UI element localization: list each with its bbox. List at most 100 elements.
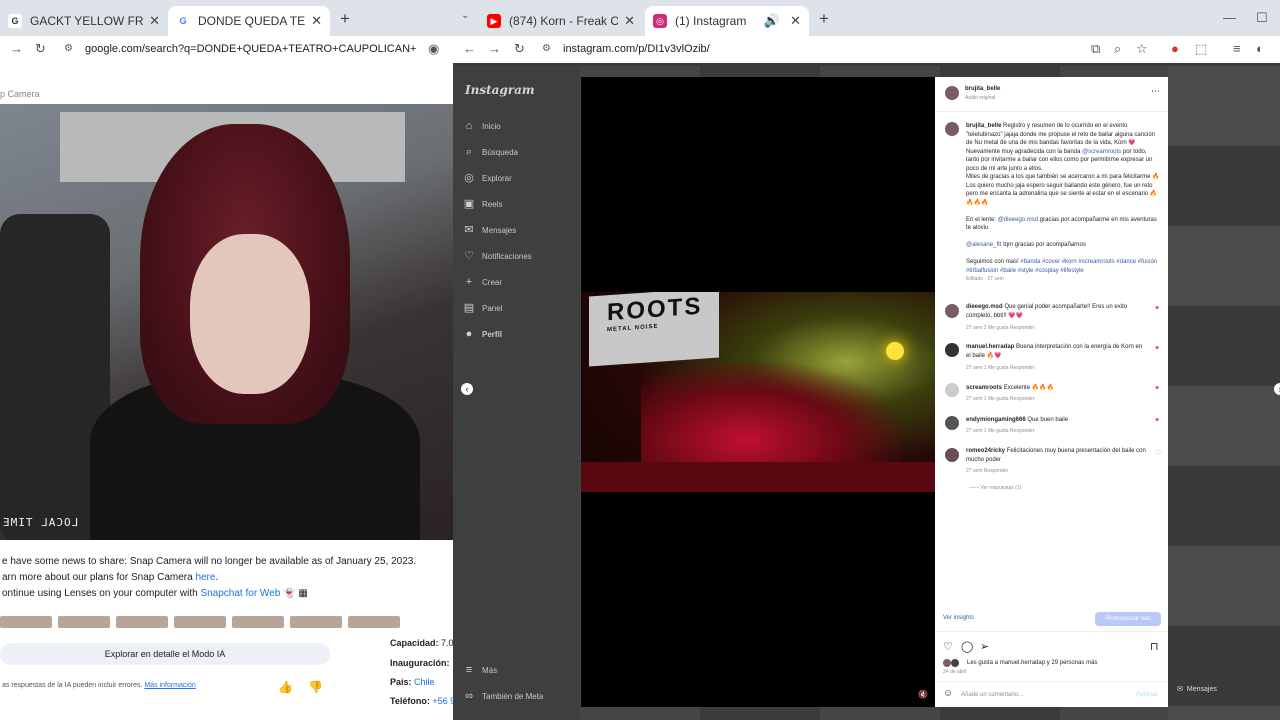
lens-thumbnail[interactable] <box>290 616 342 628</box>
tab-instagram[interactable]: ◎ (1) Instagram 🔊 ✕ <box>645 6 809 36</box>
avatar[interactable] <box>945 448 959 462</box>
nav-perfil[interactable]: ● Perfil <box>463 328 502 340</box>
minimize-icon[interactable]: — <box>1223 10 1236 25</box>
next-post-icon[interactable]: › <box>1274 383 1280 395</box>
thumbs-up-icon[interactable]: 👍 <box>278 680 293 694</box>
forward-icon[interactable]: → <box>10 41 23 56</box>
comment-icon[interactable]: ◯ <box>961 640 973 653</box>
snapchat-web-link[interactable]: Snapchat for Web <box>200 588 280 599</box>
nav-meta[interactable]: ∞ También de Meta <box>463 690 543 702</box>
local-time-label: LOCAL TIME <box>2 516 79 529</box>
comment-4-meta[interactable]: 27 sem 1 Me gusta Responder <box>966 428 1034 434</box>
comment-3-meta[interactable]: 27 sem 1 Me gusta Responder <box>966 396 1034 402</box>
forward-icon[interactable]: → <box>488 41 501 56</box>
capacity-row: Capacidad: 7.0 <box>390 638 453 648</box>
avatar[interactable] <box>945 343 959 357</box>
extension-opera-icon[interactable]: ● <box>1171 41 1179 56</box>
like-heart-icon[interactable]: ♡ <box>943 640 953 653</box>
heart-outline-icon[interactable]: ♡ <box>1155 449 1161 457</box>
prev-post-icon[interactable]: ‹ <box>461 383 473 395</box>
publish-button[interactable]: Publicar <box>1136 692 1158 698</box>
avatar[interactable] <box>945 86 959 100</box>
nav-explorar[interactable]: ◎ Explorar <box>463 172 512 184</box>
nav-mensajes[interactable]: ✉ Mensajes <box>463 224 516 236</box>
nav-inicio[interactable]: ⌂ Inicio <box>463 120 501 132</box>
audio-label[interactable]: Audio original <box>965 95 995 101</box>
avatar[interactable] <box>945 122 959 136</box>
nav-panel[interactable]: ▤ Panel <box>463 302 503 314</box>
share-icon[interactable]: ➢ <box>980 640 989 653</box>
nav-mas[interactable]: ≡ Más <box>463 664 497 676</box>
comment-1-meta[interactable]: 27 sem 2 Me gusta Responder <box>966 325 1034 331</box>
close-icon[interactable]: ✕ <box>311 13 322 29</box>
tab-gackt[interactable]: G GACKT YELLOW FRIED CHICKEN ✕ <box>0 6 168 36</box>
site-info-icon[interactable]: ⚙ <box>542 43 551 54</box>
more-options-icon[interactable]: ⋯ <box>1151 86 1160 97</box>
here-link[interactable]: here <box>195 572 215 583</box>
address-bar[interactable]: google.com/search?q=DONDE+QUEDA+TEATRO+C… <box>85 43 417 55</box>
avatar[interactable] <box>945 304 959 318</box>
emoji-icon[interactable]: ☺ <box>943 688 953 699</box>
nav-reels[interactable]: ▣ Reels <box>463 198 503 210</box>
profile-avatar-icon[interactable]: ◐ <box>1256 41 1264 56</box>
snap-camera-window-title: p Camera <box>0 89 40 99</box>
lens-thumbnail[interactable] <box>116 616 168 628</box>
mute-icon[interactable]: 🔇 <box>918 690 928 699</box>
speaker-icon[interactable]: 🔊 <box>764 13 780 29</box>
reload-icon[interactable]: ↻ <box>514 41 525 57</box>
reading-list-icon[interactable]: ≡ <box>1233 41 1241 56</box>
messages-pill[interactable]: ✉ Mensajes <box>1177 685 1217 694</box>
view-replies-link[interactable]: —— Ver respuestas (1) <box>969 485 1021 491</box>
instagram-logo[interactable]: Instagram <box>465 83 535 97</box>
comment-2-meta[interactable]: 27 sem 1 Me gusta Responder <box>966 365 1034 371</box>
explore-ai-mode-button[interactable]: Explorar en detalle el Modo IA <box>0 643 330 665</box>
thumbs-down-icon[interactable]: 👎 <box>308 680 323 694</box>
post-date: 24 de abril <box>943 669 967 675</box>
tab-search-icon[interactable]: ⌄ <box>461 10 469 21</box>
nav-busqueda[interactable]: ⌕ Búsqueda <box>463 146 518 158</box>
avatar[interactable] <box>945 383 959 397</box>
heart-icon[interactable]: ♥ <box>1155 305 1159 312</box>
heart-icon[interactable]: ♥ <box>1155 345 1159 352</box>
site-info-icon[interactable]: ⚙ <box>64 43 73 54</box>
comment-5-meta[interactable]: 27 sem Responder <box>966 468 1008 474</box>
new-tab-icon[interactable]: + <box>340 9 350 29</box>
bookmark-icon[interactable]: ⊓ <box>1150 640 1159 653</box>
zoom-icon[interactable]: ⌕ <box>1114 41 1121 57</box>
lens-thumbnail[interactable] <box>232 616 284 628</box>
lens-thumbnail[interactable] <box>58 616 110 628</box>
person-face <box>190 234 310 394</box>
extensions-icon[interactable]: ⬚ <box>1195 41 1207 57</box>
view-insights-link[interactable]: Ver insights <box>943 615 974 621</box>
bookmark-star-icon[interactable]: ☆ <box>1136 41 1148 57</box>
profile-icon: ● <box>465 328 473 340</box>
back-icon[interactable]: ← <box>463 41 476 56</box>
heart-icon[interactable]: ♥ <box>1155 385 1159 392</box>
close-icon[interactable]: ✕ <box>624 13 635 29</box>
heart-icon[interactable]: ♥ <box>1155 417 1159 424</box>
tab-teatro-caupolican[interactable]: G DONDE QUEDA TEATRO CAUPOLICAN ✕ <box>168 6 330 36</box>
search-icon: ⌕ <box>465 146 473 158</box>
location-icon[interactable]: ◉ <box>428 41 439 57</box>
close-icon[interactable]: ✕ <box>790 13 801 29</box>
reload-icon[interactable]: ↻ <box>35 41 46 57</box>
cast-icon[interactable]: ⧉ <box>1091 41 1100 57</box>
nav-crear[interactable]: + Crear <box>463 276 502 288</box>
tab-korn-youtube[interactable]: ▶ (874) Korn - Freak On a Leash ✕ <box>479 6 643 36</box>
new-tab-icon[interactable]: + <box>819 9 829 29</box>
likes-summary[interactable]: Les gusta a manuel.herradap y 29 persona… <box>967 659 1097 668</box>
address-bar[interactable]: instagram.com/p/DI1v3vlOzib/ <box>563 43 863 55</box>
lens-thumbnail[interactable] <box>0 616 52 628</box>
lens-thumbnail[interactable] <box>174 616 226 628</box>
avatar[interactable] <box>945 416 959 430</box>
comment-input[interactable]: Añade un comentario... <box>961 692 1023 698</box>
promote-reel-button[interactable]: Promocionar reel <box>1095 612 1161 626</box>
more-info-link[interactable]: Más información <box>144 682 195 689</box>
nav-notificaciones[interactable]: ♡ Notificaciones <box>463 250 532 262</box>
stage-banner: ROOTS METAL NOISE <box>589 292 719 367</box>
close-icon[interactable]: ✕ <box>149 13 160 29</box>
tab-title: (874) Korn - Freak On a Leash <box>509 14 619 28</box>
lens-thumbnail[interactable] <box>348 616 400 628</box>
post-username[interactable]: brujita_belle <box>965 85 1000 94</box>
maximize-icon[interactable]: ☐ <box>1256 10 1268 26</box>
